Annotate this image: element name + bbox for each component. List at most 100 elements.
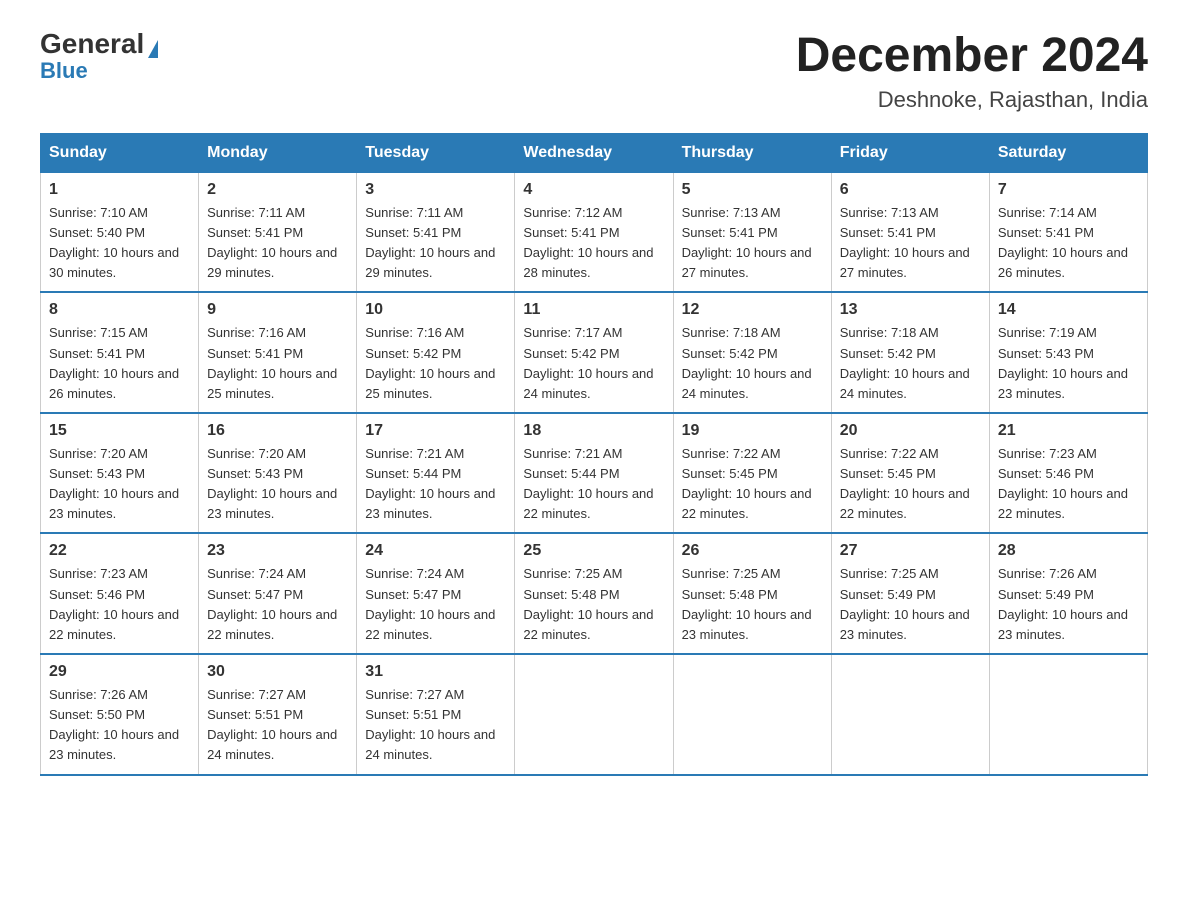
month-title: December 2024 (796, 30, 1148, 83)
day-number: 29 (49, 663, 190, 681)
calendar-cell (989, 654, 1147, 775)
day-number: 30 (207, 663, 348, 681)
day-number: 11 (523, 301, 664, 319)
day-number: 25 (523, 542, 664, 560)
day-number: 5 (682, 181, 823, 199)
calendar-cell: 8 Sunrise: 7:15 AMSunset: 5:41 PMDayligh… (41, 292, 199, 413)
calendar-cell: 7 Sunrise: 7:14 AMSunset: 5:41 PMDayligh… (989, 172, 1147, 292)
day-info: Sunrise: 7:17 AMSunset: 5:42 PMDaylight:… (523, 323, 664, 404)
location-text: Deshnoke, Rajasthan, India (796, 87, 1148, 113)
day-info: Sunrise: 7:20 AMSunset: 5:43 PMDaylight:… (207, 444, 348, 525)
calendar-cell: 11 Sunrise: 7:17 AMSunset: 5:42 PMDaylig… (515, 292, 673, 413)
day-number: 21 (998, 422, 1139, 440)
calendar-cell: 9 Sunrise: 7:16 AMSunset: 5:41 PMDayligh… (199, 292, 357, 413)
day-number: 13 (840, 301, 981, 319)
day-number: 28 (998, 542, 1139, 560)
calendar-cell: 20 Sunrise: 7:22 AMSunset: 5:45 PMDaylig… (831, 413, 989, 534)
calendar-cell (673, 654, 831, 775)
calendar-cell (515, 654, 673, 775)
day-number: 4 (523, 181, 664, 199)
calendar-cell: 24 Sunrise: 7:24 AMSunset: 5:47 PMDaylig… (357, 533, 515, 654)
calendar-cell: 30 Sunrise: 7:27 AMSunset: 5:51 PMDaylig… (199, 654, 357, 775)
header-monday: Monday (199, 133, 357, 172)
calendar-cell: 15 Sunrise: 7:20 AMSunset: 5:43 PMDaylig… (41, 413, 199, 534)
day-number: 10 (365, 301, 506, 319)
day-info: Sunrise: 7:23 AMSunset: 5:46 PMDaylight:… (998, 444, 1139, 525)
calendar-cell: 27 Sunrise: 7:25 AMSunset: 5:49 PMDaylig… (831, 533, 989, 654)
day-info: Sunrise: 7:18 AMSunset: 5:42 PMDaylight:… (840, 323, 981, 404)
day-number: 1 (49, 181, 190, 199)
calendar-cell: 1 Sunrise: 7:10 AMSunset: 5:40 PMDayligh… (41, 172, 199, 292)
day-number: 20 (840, 422, 981, 440)
day-info: Sunrise: 7:27 AMSunset: 5:51 PMDaylight:… (365, 685, 506, 766)
day-number: 12 (682, 301, 823, 319)
week-row-5: 29 Sunrise: 7:26 AMSunset: 5:50 PMDaylig… (41, 654, 1148, 775)
day-info: Sunrise: 7:22 AMSunset: 5:45 PMDaylight:… (682, 444, 823, 525)
day-info: Sunrise: 7:21 AMSunset: 5:44 PMDaylight:… (523, 444, 664, 525)
calendar-cell: 12 Sunrise: 7:18 AMSunset: 5:42 PMDaylig… (673, 292, 831, 413)
calendar-cell: 16 Sunrise: 7:20 AMSunset: 5:43 PMDaylig… (199, 413, 357, 534)
day-number: 17 (365, 422, 506, 440)
header-friday: Friday (831, 133, 989, 172)
logo-triangle-icon (148, 40, 158, 58)
day-info: Sunrise: 7:13 AMSunset: 5:41 PMDaylight:… (840, 203, 981, 284)
day-number: 15 (49, 422, 190, 440)
header-right: December 2024 Deshnoke, Rajasthan, India (796, 30, 1148, 113)
calendar-cell: 29 Sunrise: 7:26 AMSunset: 5:50 PMDaylig… (41, 654, 199, 775)
day-number: 14 (998, 301, 1139, 319)
logo-general-text: General (40, 30, 144, 58)
day-number: 9 (207, 301, 348, 319)
day-number: 16 (207, 422, 348, 440)
header-tuesday: Tuesday (357, 133, 515, 172)
page-header: General Blue December 2024 Deshnoke, Raj… (40, 30, 1148, 113)
day-info: Sunrise: 7:25 AMSunset: 5:48 PMDaylight:… (523, 564, 664, 645)
header-saturday: Saturday (989, 133, 1147, 172)
calendar-table: SundayMondayTuesdayWednesdayThursdayFrid… (40, 133, 1148, 776)
day-info: Sunrise: 7:13 AMSunset: 5:41 PMDaylight:… (682, 203, 823, 284)
calendar-cell: 4 Sunrise: 7:12 AMSunset: 5:41 PMDayligh… (515, 172, 673, 292)
header-thursday: Thursday (673, 133, 831, 172)
header-sunday: Sunday (41, 133, 199, 172)
day-info: Sunrise: 7:11 AMSunset: 5:41 PMDaylight:… (365, 203, 506, 284)
day-info: Sunrise: 7:23 AMSunset: 5:46 PMDaylight:… (49, 564, 190, 645)
day-info: Sunrise: 7:14 AMSunset: 5:41 PMDaylight:… (998, 203, 1139, 284)
day-info: Sunrise: 7:25 AMSunset: 5:49 PMDaylight:… (840, 564, 981, 645)
calendar-cell: 23 Sunrise: 7:24 AMSunset: 5:47 PMDaylig… (199, 533, 357, 654)
day-number: 3 (365, 181, 506, 199)
calendar-cell: 21 Sunrise: 7:23 AMSunset: 5:46 PMDaylig… (989, 413, 1147, 534)
week-row-2: 8 Sunrise: 7:15 AMSunset: 5:41 PMDayligh… (41, 292, 1148, 413)
calendar-cell: 17 Sunrise: 7:21 AMSunset: 5:44 PMDaylig… (357, 413, 515, 534)
day-info: Sunrise: 7:25 AMSunset: 5:48 PMDaylight:… (682, 564, 823, 645)
calendar-cell: 22 Sunrise: 7:23 AMSunset: 5:46 PMDaylig… (41, 533, 199, 654)
day-info: Sunrise: 7:10 AMSunset: 5:40 PMDaylight:… (49, 203, 190, 284)
logo-blue-text: Blue (40, 58, 88, 84)
day-info: Sunrise: 7:24 AMSunset: 5:47 PMDaylight:… (207, 564, 348, 645)
day-number: 31 (365, 663, 506, 681)
calendar-cell: 31 Sunrise: 7:27 AMSunset: 5:51 PMDaylig… (357, 654, 515, 775)
day-info: Sunrise: 7:20 AMSunset: 5:43 PMDaylight:… (49, 444, 190, 525)
day-info: Sunrise: 7:11 AMSunset: 5:41 PMDaylight:… (207, 203, 348, 284)
day-info: Sunrise: 7:26 AMSunset: 5:49 PMDaylight:… (998, 564, 1139, 645)
calendar-cell: 13 Sunrise: 7:18 AMSunset: 5:42 PMDaylig… (831, 292, 989, 413)
day-number: 7 (998, 181, 1139, 199)
day-info: Sunrise: 7:16 AMSunset: 5:42 PMDaylight:… (365, 323, 506, 404)
calendar-cell: 28 Sunrise: 7:26 AMSunset: 5:49 PMDaylig… (989, 533, 1147, 654)
day-info: Sunrise: 7:27 AMSunset: 5:51 PMDaylight:… (207, 685, 348, 766)
calendar-cell (831, 654, 989, 775)
calendar-cell: 2 Sunrise: 7:11 AMSunset: 5:41 PMDayligh… (199, 172, 357, 292)
day-info: Sunrise: 7:21 AMSunset: 5:44 PMDaylight:… (365, 444, 506, 525)
day-info: Sunrise: 7:18 AMSunset: 5:42 PMDaylight:… (682, 323, 823, 404)
day-info: Sunrise: 7:15 AMSunset: 5:41 PMDaylight:… (49, 323, 190, 404)
day-number: 8 (49, 301, 190, 319)
calendar-cell: 6 Sunrise: 7:13 AMSunset: 5:41 PMDayligh… (831, 172, 989, 292)
day-info: Sunrise: 7:22 AMSunset: 5:45 PMDaylight:… (840, 444, 981, 525)
calendar-header-row: SundayMondayTuesdayWednesdayThursdayFrid… (41, 133, 1148, 172)
day-info: Sunrise: 7:19 AMSunset: 5:43 PMDaylight:… (998, 323, 1139, 404)
day-info: Sunrise: 7:24 AMSunset: 5:47 PMDaylight:… (365, 564, 506, 645)
day-number: 24 (365, 542, 506, 560)
calendar-cell: 19 Sunrise: 7:22 AMSunset: 5:45 PMDaylig… (673, 413, 831, 534)
day-info: Sunrise: 7:12 AMSunset: 5:41 PMDaylight:… (523, 203, 664, 284)
day-info: Sunrise: 7:16 AMSunset: 5:41 PMDaylight:… (207, 323, 348, 404)
week-row-4: 22 Sunrise: 7:23 AMSunset: 5:46 PMDaylig… (41, 533, 1148, 654)
header-wednesday: Wednesday (515, 133, 673, 172)
